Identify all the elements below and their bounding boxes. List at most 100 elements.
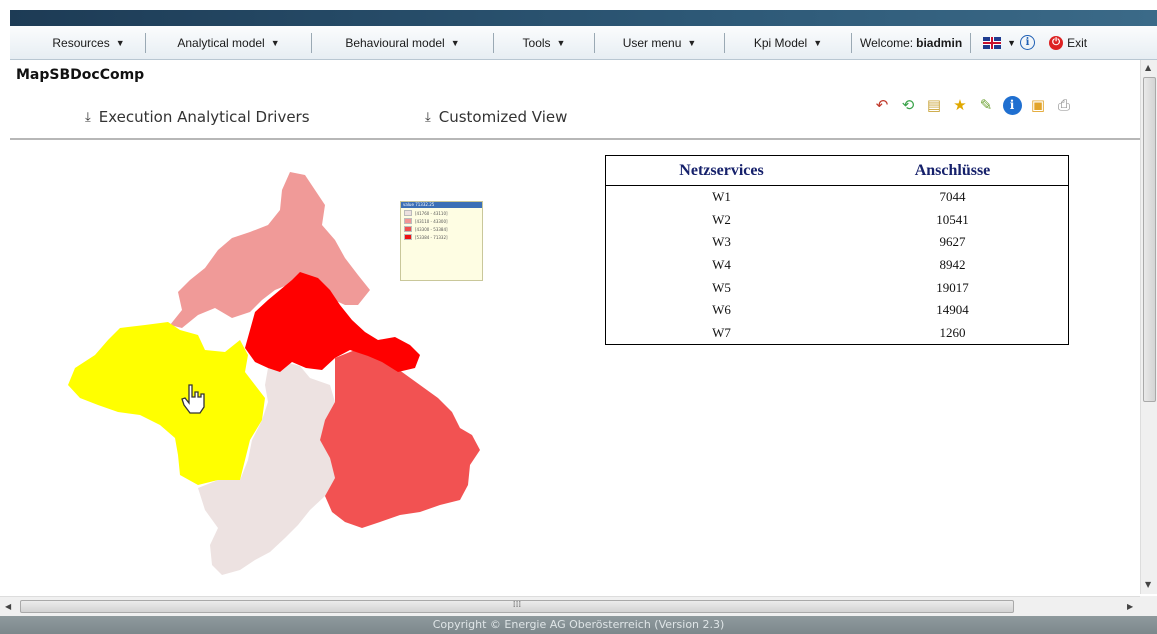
scroll-down-arrow-icon[interactable]: ▼ bbox=[1145, 580, 1151, 589]
menu-user-menu[interactable]: User menu ▼ bbox=[595, 32, 725, 53]
legend-item-label: [41760 - 43110] bbox=[415, 210, 448, 216]
legend-swatch bbox=[404, 226, 412, 232]
legend-swatch bbox=[404, 218, 412, 224]
cell-anschluesse: 14904 bbox=[936, 302, 969, 318]
scrollbar-corner bbox=[1140, 596, 1157, 616]
welcome-label: Welcome: bbox=[860, 35, 914, 50]
print-icon[interactable]: ⎙ bbox=[1054, 95, 1074, 115]
legend-item: [43110 - 43300] bbox=[404, 218, 482, 224]
column-header-anschluesse: Anschlüsse bbox=[837, 155, 1069, 186]
table-row: W5 19017 bbox=[606, 276, 1069, 299]
exit-button[interactable]: ⏻ Exit bbox=[1049, 35, 1088, 50]
menu-behavioural-model[interactable]: Behavioural model ▼ bbox=[312, 32, 494, 53]
add-bookmark-icon[interactable]: ▤ bbox=[924, 95, 944, 115]
menu-user-menu-label: User menu bbox=[622, 35, 682, 50]
chevron-down-icon: ▼ bbox=[813, 37, 823, 48]
power-icon: ⏻ bbox=[1049, 35, 1064, 50]
send-icon[interactable]: ▣ bbox=[1028, 95, 1048, 115]
table-row: W6 14904 bbox=[606, 299, 1069, 322]
username: biadmin bbox=[916, 35, 963, 50]
chevron-down-icon: ▼ bbox=[556, 37, 566, 48]
menu-resources-label: Resources bbox=[52, 35, 110, 50]
title-strip bbox=[10, 10, 1157, 26]
chevron-down-icon: ▼ bbox=[270, 37, 280, 48]
cell-netzservice: W4 bbox=[712, 256, 731, 272]
legend-item: [41760 - 43110] bbox=[404, 210, 482, 216]
uk-flag-icon bbox=[983, 36, 1002, 49]
menu-analytical-model[interactable]: Analytical model ▼ bbox=[146, 32, 312, 53]
menu-kpi-model[interactable]: Kpi Model ▼ bbox=[725, 32, 852, 53]
info-icon[interactable]: i bbox=[1002, 95, 1022, 115]
download-arrow-icon: ⤓ bbox=[85, 109, 91, 125]
cell-netzservice: W6 bbox=[712, 302, 731, 318]
document-title: MapSBDocComp bbox=[16, 67, 145, 83]
map-legend: value 71332.25 [41760 - 43110] [43110 - … bbox=[400, 201, 483, 281]
grip-icon: ⁞⁞⁞ bbox=[512, 600, 522, 610]
menu-tools-label: Tools bbox=[522, 35, 551, 50]
language-selector[interactable]: ▼ i bbox=[971, 35, 1036, 50]
netzservices-table: Netzservices Anschlüsse W1 7044 W2 10541 W… bbox=[605, 155, 1069, 345]
cell-netzservice: W1 bbox=[712, 189, 731, 205]
tab-customized-view-label: Customized View bbox=[438, 108, 568, 126]
favorite-star-icon[interactable]: ★ bbox=[950, 95, 970, 115]
welcome-user: Welcome: biadmin bbox=[852, 32, 972, 53]
cell-anschluesse: 1260 bbox=[939, 324, 966, 340]
map-legend-title: value 71332.25 bbox=[401, 202, 482, 208]
chevron-down-icon: ▼ bbox=[1007, 37, 1017, 48]
notes-icon[interactable]: ✎ bbox=[976, 95, 996, 115]
legend-item-label: [53384 - 71332] bbox=[415, 234, 448, 240]
cell-anschluesse: 9627 bbox=[939, 234, 966, 250]
back-icon[interactable]: ↶ bbox=[872, 95, 892, 115]
tab-execution-analytical-drivers[interactable]: ⤓ Execution Analytical Drivers bbox=[85, 108, 310, 126]
map-region-east[interactable] bbox=[320, 350, 480, 528]
chevron-down-icon: ▼ bbox=[115, 37, 125, 48]
menu-kpi-model-label: Kpi Model bbox=[753, 35, 808, 50]
legend-item-label: [43300 - 53384] bbox=[415, 226, 448, 232]
info-icon[interactable]: i bbox=[1020, 35, 1036, 50]
refresh-icon[interactable]: ⟲ bbox=[898, 95, 918, 115]
table-row: W3 9627 bbox=[606, 231, 1069, 254]
horizontal-scroll-thumb[interactable]: ⁞⁞⁞ bbox=[20, 600, 1014, 613]
cell-netzservice: W3 bbox=[712, 234, 731, 250]
legend-swatch bbox=[404, 210, 412, 216]
tab-execution-analytical-drivers-label: Execution Analytical Drivers bbox=[98, 108, 310, 126]
legend-item: [53384 - 71332] bbox=[404, 234, 482, 240]
footer-copyright: Copyright © Energie AG Oberösterreich (V… bbox=[0, 616, 1157, 634]
cell-anschluesse: 10541 bbox=[936, 211, 969, 227]
exit-label: Exit bbox=[1067, 35, 1088, 50]
table-header-row: Netzservices Anschlüsse bbox=[605, 155, 1069, 186]
table-row: W2 10541 bbox=[606, 208, 1069, 231]
vertical-scrollbar[interactable]: ▲ ▼ bbox=[1140, 60, 1157, 594]
table-row: W4 8942 bbox=[606, 254, 1069, 277]
application-window: Resources ▼ Analytical model ▼ Behavioural… bbox=[0, 0, 1157, 634]
legend-item-label: [43110 - 43300] bbox=[415, 218, 448, 224]
document-toolbar: ↶ ⟲ ▤ ★ ✎ i ▣ ⎙ bbox=[872, 95, 1074, 115]
tab-customized-view[interactable]: ⤓ Customized View bbox=[425, 108, 567, 126]
cell-anschluesse: 7044 bbox=[939, 189, 966, 205]
region-map bbox=[68, 172, 480, 575]
scroll-left-arrow-icon[interactable]: ◀ bbox=[5, 602, 11, 611]
cell-netzservice: W5 bbox=[712, 279, 731, 295]
menu-resources[interactable]: Resources ▼ bbox=[32, 32, 146, 53]
table-row: W7 1260 bbox=[606, 322, 1069, 345]
cell-netzservice: W7 bbox=[712, 324, 731, 340]
main-menubar: Resources ▼ Analytical model ▼ Behavioural… bbox=[10, 26, 1157, 60]
column-header-netzservices: Netzservices bbox=[605, 155, 837, 186]
chevron-down-icon: ▼ bbox=[687, 37, 697, 48]
table-row: W1 7044 bbox=[606, 186, 1069, 209]
download-arrow-icon: ⤓ bbox=[425, 109, 431, 125]
chevron-down-icon: ▼ bbox=[450, 37, 460, 48]
legend-item: [43300 - 53384] bbox=[404, 226, 482, 232]
menu-analytical-model-label: Analytical model bbox=[177, 35, 265, 50]
horizontal-scrollbar[interactable]: ◀ ⁞⁞⁞ ▶ bbox=[0, 596, 1140, 616]
cell-anschluesse: 19017 bbox=[936, 279, 969, 295]
scroll-right-arrow-icon[interactable]: ▶ bbox=[1127, 602, 1133, 611]
cell-netzservice: W2 bbox=[712, 211, 731, 227]
scroll-up-arrow-icon[interactable]: ▲ bbox=[1145, 63, 1151, 72]
menu-behavioural-model-label: Behavioural model bbox=[345, 35, 445, 50]
map-region-west[interactable] bbox=[68, 322, 265, 485]
menu-tools[interactable]: Tools ▼ bbox=[494, 32, 595, 53]
cell-anschluesse: 8942 bbox=[939, 256, 966, 272]
legend-swatch bbox=[404, 234, 412, 240]
vertical-scroll-thumb[interactable] bbox=[1143, 77, 1156, 402]
